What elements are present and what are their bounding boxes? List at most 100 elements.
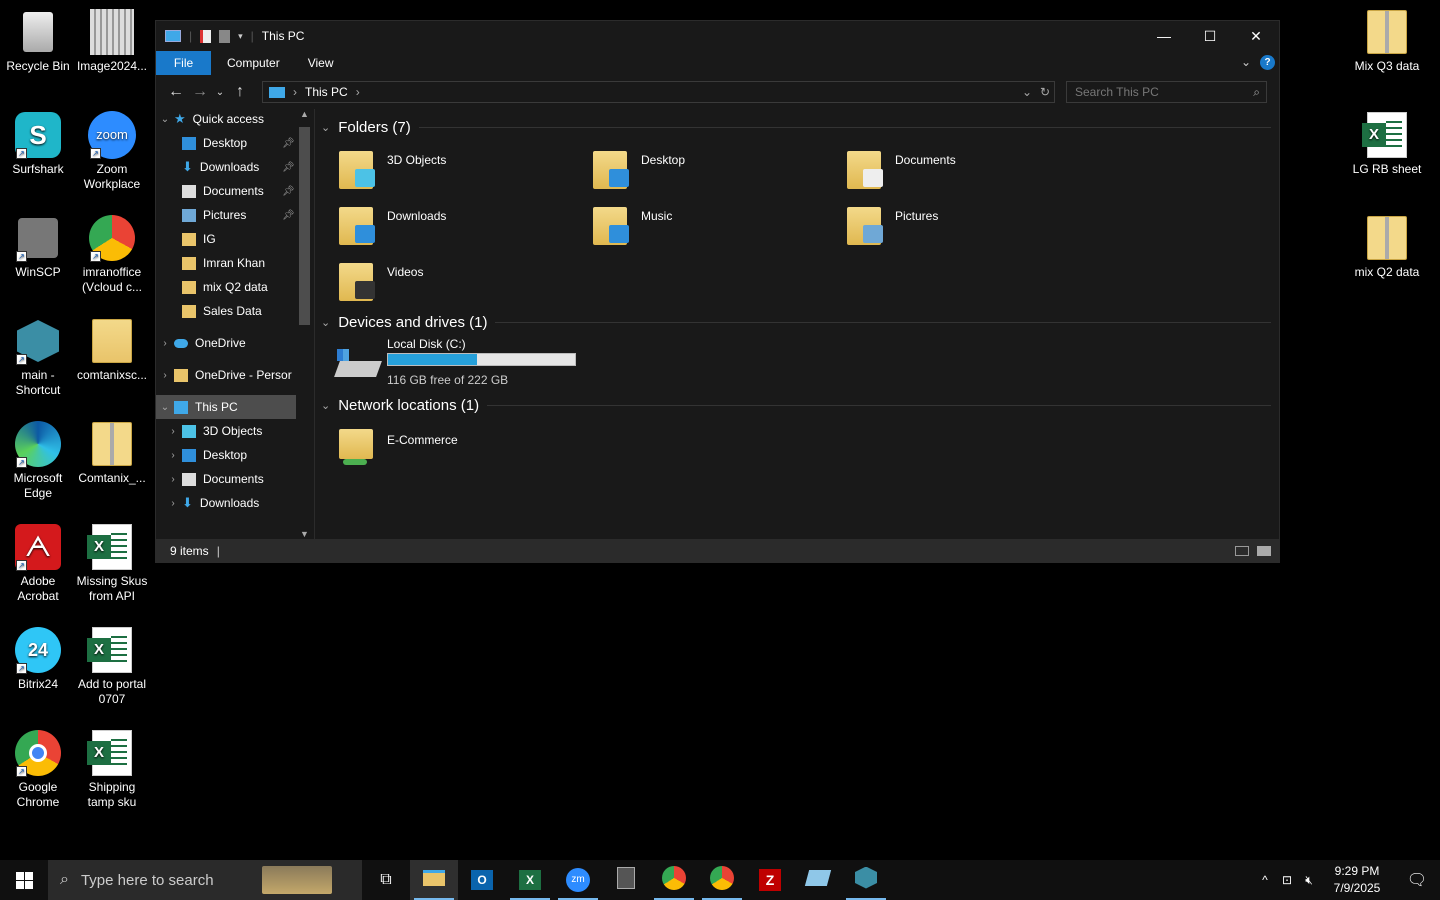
chevron-right-icon[interactable]: › (164, 450, 182, 461)
folder-tile[interactable]: Music (589, 203, 829, 255)
volume-muted-icon[interactable]: 🔇︎ (1298, 873, 1320, 888)
show-hidden-icons[interactable]: ^ (1254, 873, 1276, 887)
taskbar-file-explorer-button[interactable] (410, 860, 458, 900)
group-drives[interactable]: ⌄ Devices and drives (1) (321, 314, 1271, 331)
tab-file[interactable]: File (156, 51, 211, 75)
expand-ribbon-icon[interactable]: ⌄ (1241, 55, 1251, 69)
back-button[interactable]: ← (164, 83, 188, 101)
refresh-icon[interactable]: ↻ (1040, 85, 1050, 99)
nav-item[interactable]: Documents 📌︎ (156, 179, 296, 203)
folder-tile[interactable]: Documents (843, 147, 1083, 199)
taskbar-chrome-button[interactable] (650, 860, 698, 900)
properties-icon[interactable] (200, 29, 212, 43)
taskbar-chrome-profile-button[interactable] (698, 860, 746, 900)
content-area[interactable]: ⌄ Folders (7) 3D Objects Desktop Documents… (314, 109, 1279, 539)
taskbar-calculator-button[interactable] (602, 860, 650, 900)
desktop-icon[interactable]: X Shipping tamp sku (74, 729, 150, 810)
nav-item[interactable]: Pictures 📌︎ (156, 203, 296, 227)
large-icons-view-icon[interactable] (1257, 546, 1271, 556)
chevron-right-icon[interactable]: › (156, 338, 174, 349)
network-icon[interactable]: ⊡ (1276, 873, 1298, 887)
nav-item[interactable]: Desktop 📌︎ (156, 131, 296, 155)
chevron-right-icon[interactable]: › (164, 474, 182, 485)
desktop-icon[interactable]: ↗ main - Shortcut (0, 317, 76, 398)
nav-item[interactable]: › ⬇ Downloads (156, 491, 296, 515)
desktop-icon[interactable]: ᗅ ↗ Adobe Acrobat (0, 523, 76, 604)
up-button[interactable]: ↑ (228, 83, 252, 101)
nav-item[interactable]: › Desktop (156, 443, 296, 467)
minimize-button[interactable]: — (1141, 21, 1187, 51)
nav-item[interactable]: › 3D Objects (156, 419, 296, 443)
breadcrumb-this-pc[interactable]: This PC (305, 85, 348, 99)
desktop-icon[interactable]: S ↗ Surfshark (0, 111, 76, 177)
desktop-icon[interactable]: comtanixsc... (74, 317, 150, 383)
desktop-icon[interactable]: mix Q2 data (1349, 214, 1425, 280)
network-location-ecommerce[interactable]: E-Commerce (335, 427, 575, 479)
chevron-right-icon[interactable]: › (164, 426, 182, 437)
title-bar[interactable]: | ▾ | This PC — ☐ ✕ (156, 21, 1279, 51)
tab-computer[interactable]: Computer (211, 51, 294, 75)
taskbar-excel-button[interactable]: X (506, 860, 554, 900)
desktop-icon[interactable]: 24 ↗ Bitrix24 (0, 626, 76, 692)
nav-item[interactable]: ⬇ Downloads 📌︎ (156, 155, 296, 179)
scrollbar-thumb[interactable] (299, 127, 310, 325)
chevron-right-icon[interactable]: › (164, 498, 182, 509)
desktop-icon[interactable]: X Missing Skus from API (74, 523, 150, 604)
taskbar-filezilla-button[interactable]: Z (746, 860, 794, 900)
chevron-down-icon[interactable]: ⌄ (156, 402, 174, 413)
help-icon[interactable]: ? (1260, 55, 1275, 70)
navigation-pane[interactable]: ⌄ ★ Quick access Desktop 📌︎ ⬇ Downloads 📌︎ Docum… (156, 109, 314, 539)
taskbar-notes-button[interactable] (794, 860, 842, 900)
address-dropdown-icon[interactable]: ⌄ (1022, 85, 1032, 99)
tab-view[interactable]: View (294, 51, 348, 75)
nav-item[interactable]: Sales Data (156, 299, 296, 323)
nav-item[interactable]: › OneDrive (156, 331, 296, 355)
chevron-right-icon[interactable]: › (156, 370, 174, 381)
drive-tile-c[interactable]: Local Disk (C:) 116 GB free of 222 GB (334, 337, 576, 395)
nav-item[interactable]: mix Q2 data (156, 275, 296, 299)
desktop-icon[interactable]: Mix Q3 data (1349, 8, 1425, 74)
forward-button[interactable]: → (188, 83, 212, 101)
desktop-icon[interactable]: X Add to portal 0707 (74, 626, 150, 707)
taskbar-app-button[interactable] (842, 860, 890, 900)
nav-item[interactable]: ⌄ This PC (156, 395, 296, 419)
folder-tile[interactable]: Videos (335, 259, 575, 311)
nav-item[interactable]: ⌄ ★ Quick access (156, 109, 296, 131)
maximize-button[interactable]: ☐ (1187, 21, 1233, 51)
desktop-icon[interactable]: Recycle Bin (0, 8, 76, 74)
desktop-icon[interactable]: zoom ↗ Zoom Workplace (74, 111, 150, 192)
desktop-icon[interactable]: X LG RB sheet (1349, 111, 1425, 177)
details-view-icon[interactable] (1235, 546, 1249, 556)
file-explorer-window[interactable]: | ▾ | This PC — ☐ ✕ File Computer View ⌄… (155, 20, 1280, 563)
desktop-icon[interactable]: Comtanix_... (74, 420, 150, 486)
chevron-down-icon[interactable]: ▾ (238, 31, 243, 42)
recent-locations-button[interactable]: ⌄ (212, 87, 228, 98)
new-folder-icon[interactable] (219, 29, 231, 43)
desktop-icon[interactable]: ↗ Google Chrome (0, 729, 76, 810)
close-button[interactable]: ✕ (1233, 21, 1279, 51)
desktop-icon[interactable]: ↗ WinSCP (0, 214, 76, 280)
group-network[interactable]: ⌄ Network locations (1) (321, 397, 1271, 414)
taskbar-outlook-button[interactable]: O (458, 860, 506, 900)
nav-item[interactable]: › OneDrive - Persor (156, 363, 296, 387)
folder-tile[interactable]: Desktop (589, 147, 829, 199)
notifications-icon[interactable]: 🗨︎ (1394, 870, 1440, 890)
desktop-icon[interactable]: Image2024... (74, 8, 150, 74)
nav-item[interactable]: IG (156, 227, 296, 251)
nav-item[interactable]: › Documents (156, 467, 296, 491)
taskbar-search-box[interactable]: ⌕ Type here to search (48, 860, 362, 900)
search-input[interactable]: Search This PC ⌕ (1066, 81, 1267, 103)
nav-item[interactable]: Imran Khan (156, 251, 296, 275)
folder-tile[interactable]: Downloads (335, 203, 575, 255)
taskbar-zoom-button[interactable]: zm (554, 860, 602, 900)
start-button[interactable] (0, 860, 48, 900)
taskbar-task-view-button[interactable]: ⧉ (362, 860, 410, 900)
clock[interactable]: 9:29 PM 7/9/2025 (1320, 863, 1394, 897)
desktop-icon[interactable]: ↗ Microsoft Edge (0, 420, 76, 501)
nav-scrollbar[interactable]: ▲ ▼ (296, 109, 314, 539)
folder-tile[interactable]: 3D Objects (335, 147, 575, 199)
desktop-icon[interactable]: ↗ imranoffice (Vcloud c... (74, 214, 150, 295)
folder-tile[interactable]: Pictures (843, 203, 1083, 255)
chevron-down-icon[interactable]: ⌄ (156, 114, 174, 125)
group-folders[interactable]: ⌄ Folders (7) (321, 119, 1271, 136)
